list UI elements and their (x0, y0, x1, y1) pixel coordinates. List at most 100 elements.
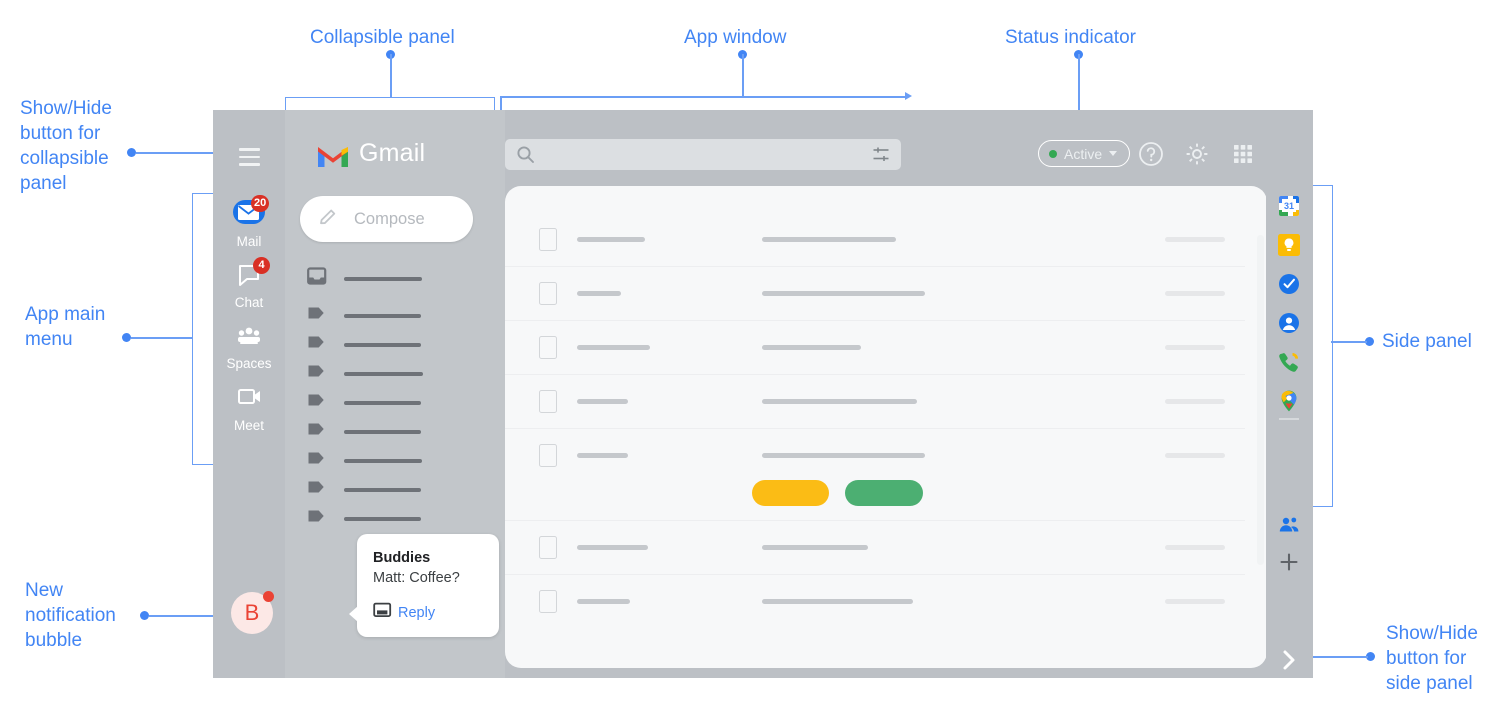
nav-item-label-1[interactable] (307, 304, 421, 327)
label-icon (307, 507, 327, 530)
nav-item-label-5[interactable] (307, 420, 421, 443)
label-icon (307, 333, 327, 356)
notification-reply-button[interactable]: Reply (373, 602, 483, 623)
status-indicator[interactable]: Active (1038, 140, 1131, 167)
status-dot-icon (1049, 149, 1057, 158)
annotation-leader-side-panel (1331, 341, 1367, 343)
meet-icon (227, 382, 271, 412)
annotation-label-app-window: App window (684, 27, 787, 48)
label-icon (307, 304, 327, 327)
google-contacts-icon[interactable] (1277, 311, 1301, 335)
annotation-leader-app-window (742, 54, 744, 98)
nav-item-placeholder (344, 313, 421, 318)
row-checkbox[interactable] (539, 228, 557, 251)
table-row[interactable] (505, 266, 1245, 321)
pencil-icon (318, 207, 338, 232)
notification-message: Matt: Coffee? (373, 570, 460, 586)
annotation-label-side-panel: Side panel (1382, 331, 1472, 352)
annotation-bracket-side-panel (1310, 185, 1333, 507)
nav-item-placeholder (344, 276, 422, 281)
app-window: 20 Mail 4 Chat Spaces Meet B Compose Bud… (213, 110, 1313, 678)
row-checkbox[interactable] (539, 390, 557, 413)
row-checkbox[interactable] (539, 336, 557, 359)
table-row[interactable] (505, 212, 1245, 267)
annotation-label-app-main-menu: App main menu (25, 304, 106, 350)
annotation-leader-showhide-side (1310, 656, 1368, 658)
chat-icon: 4 (227, 257, 271, 289)
google-maps-icon[interactable] (1277, 389, 1301, 413)
rail-item-label-mail: Mail (236, 234, 262, 249)
row-sender-placeholder (577, 237, 645, 242)
google-calendar-icon[interactable]: 31 (1277, 194, 1301, 218)
annotation-arrow-app-window (905, 92, 912, 100)
label-icon (307, 449, 327, 472)
nav-item-placeholder (344, 458, 422, 463)
gmail-logo-icon (316, 143, 350, 174)
side-panel-divider (1279, 418, 1299, 420)
row-time-placeholder (1165, 453, 1225, 458)
nav-item-placeholder (344, 400, 421, 405)
table-row[interactable] (505, 374, 1245, 429)
annotation-label-showhide-side: Show/Hide button for side panel (1386, 623, 1478, 694)
svg-text:31: 31 (1284, 201, 1294, 211)
rail-item-spaces[interactable]: Spaces (213, 320, 285, 371)
compose-button-label: Compose (354, 209, 425, 228)
row-subject-placeholder (762, 453, 925, 458)
rail-item-chat[interactable]: 4 Chat (213, 257, 285, 310)
nav-item-label-8[interactable] (307, 507, 421, 530)
content-scrollbar[interactable] (1257, 235, 1264, 565)
rail-item-label-chat: Chat (234, 295, 264, 310)
row-checkbox[interactable] (539, 444, 557, 467)
spaces-icon (227, 320, 271, 350)
rail-item-mail[interactable]: 20 Mail (213, 195, 285, 249)
table-row[interactable] (505, 574, 1245, 628)
annotation-dot-new-notification (140, 611, 149, 620)
table-row[interactable] (505, 520, 1245, 575)
row-subject-placeholder (762, 545, 868, 550)
google-tasks-icon[interactable] (1277, 272, 1301, 296)
search-options-icon[interactable] (873, 147, 889, 167)
row-subject-placeholder (762, 345, 861, 350)
row-sender-placeholder (577, 345, 650, 350)
google-apps-grid-icon[interactable] (1229, 140, 1257, 168)
row-checkbox[interactable] (539, 590, 557, 613)
add-apps-plus-icon[interactable] (1277, 550, 1301, 574)
hamburger-menu-icon[interactable] (233, 141, 265, 173)
row-time-placeholder (1165, 345, 1225, 350)
table-row[interactable] (505, 320, 1245, 375)
notification-avatar-letter: B (244, 600, 260, 625)
nav-item-label-6[interactable] (307, 449, 422, 472)
nav-item-placeholder (344, 487, 421, 492)
nav-item-label-4[interactable] (307, 391, 421, 414)
nav-item-label-2[interactable] (307, 333, 421, 356)
row-checkbox[interactable] (539, 282, 557, 305)
compose-button[interactable]: Compose (300, 196, 473, 242)
manage-people-icon[interactable] (1277, 513, 1301, 537)
nav-item-placeholder (344, 371, 423, 376)
nav-item-label-7[interactable] (307, 478, 421, 501)
label-icon (307, 420, 327, 443)
label-icon (307, 391, 327, 414)
nav-item-label-3[interactable] (307, 362, 423, 385)
settings-gear-icon[interactable] (1183, 140, 1211, 168)
google-voice-icon[interactable] (1277, 350, 1301, 374)
green-chip[interactable] (845, 480, 923, 506)
help-icon[interactable] (1137, 140, 1165, 168)
google-keep-icon[interactable] (1277, 233, 1301, 257)
notification-bubble[interactable]: Buddies Matt: Coffee? Reply (349, 534, 499, 637)
table-row[interactable] (505, 428, 1245, 521)
rail-item-meet[interactable]: Meet (213, 382, 285, 433)
yellow-chip[interactable] (752, 480, 829, 506)
row-time-placeholder (1165, 599, 1225, 604)
annotation-leader-showhide-collapsible (136, 152, 222, 154)
chat-badge: 4 (253, 257, 270, 274)
nav-item-placeholder (344, 342, 421, 347)
nav-item-placeholder (344, 516, 421, 521)
row-checkbox[interactable] (539, 536, 557, 559)
nav-item-inbox[interactable] (307, 267, 422, 290)
search-input[interactable] (505, 139, 901, 170)
row-sender-placeholder (577, 545, 648, 550)
label-icon (307, 478, 327, 501)
nav-item-placeholder (344, 429, 421, 434)
side-panel-toggle-button[interactable] (1276, 647, 1302, 673)
